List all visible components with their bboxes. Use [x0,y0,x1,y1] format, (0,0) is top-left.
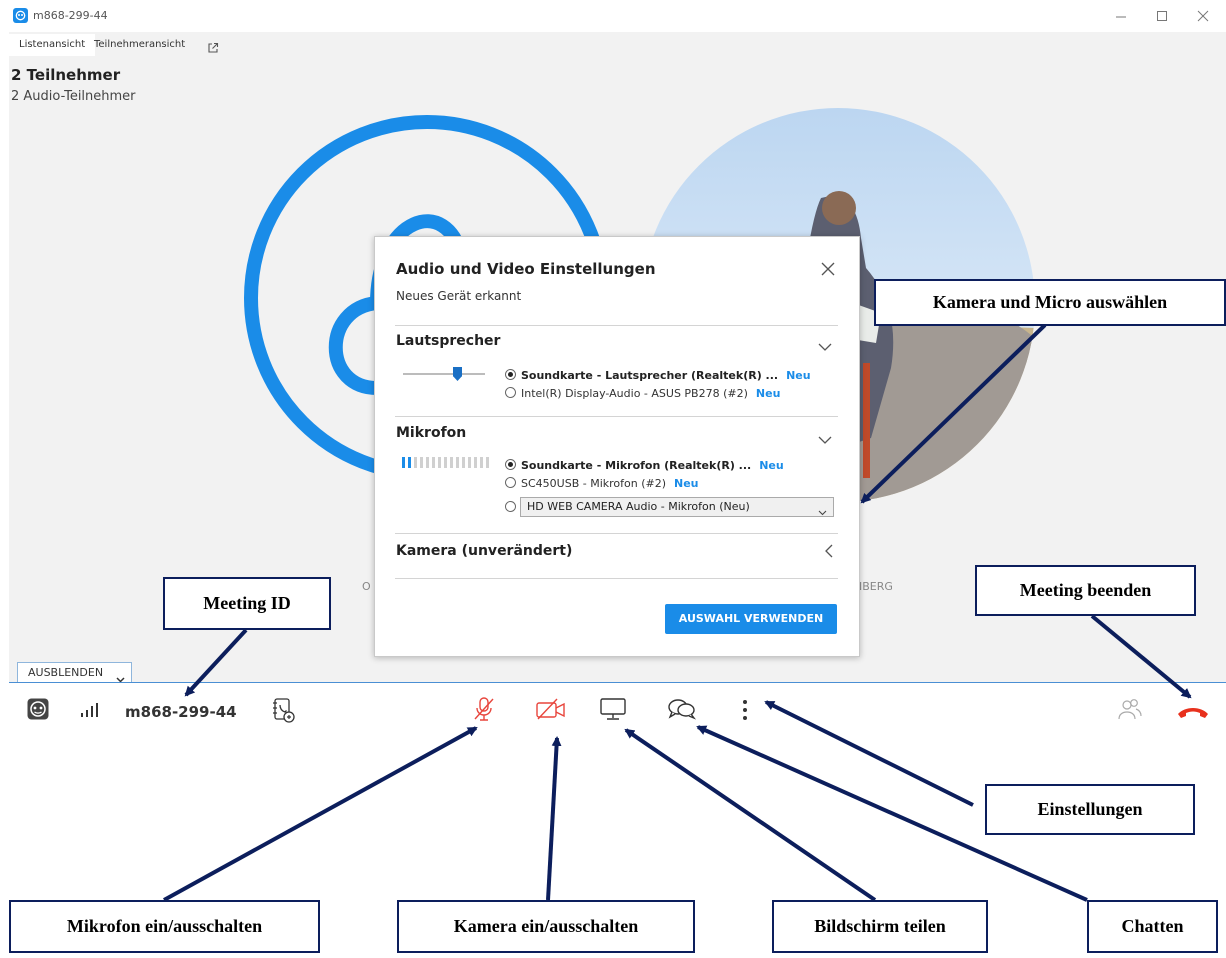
callout-meeting-id: Meeting ID [163,577,331,630]
callout-settings: Einstellungen [985,784,1195,835]
callout-camera-toggle: Kamera ein/ausschalten [397,900,695,953]
callout-chat: Chatten [1087,900,1218,953]
callout-share-screen: Bildschirm teilen [772,900,988,953]
callout-end-meeting: Meeting beenden [975,565,1196,616]
callout-mic-toggle: Mikrofon ein/ausschalten [9,900,320,953]
callout-camera-mic: Kamera und Micro auswählen [874,279,1226,326]
